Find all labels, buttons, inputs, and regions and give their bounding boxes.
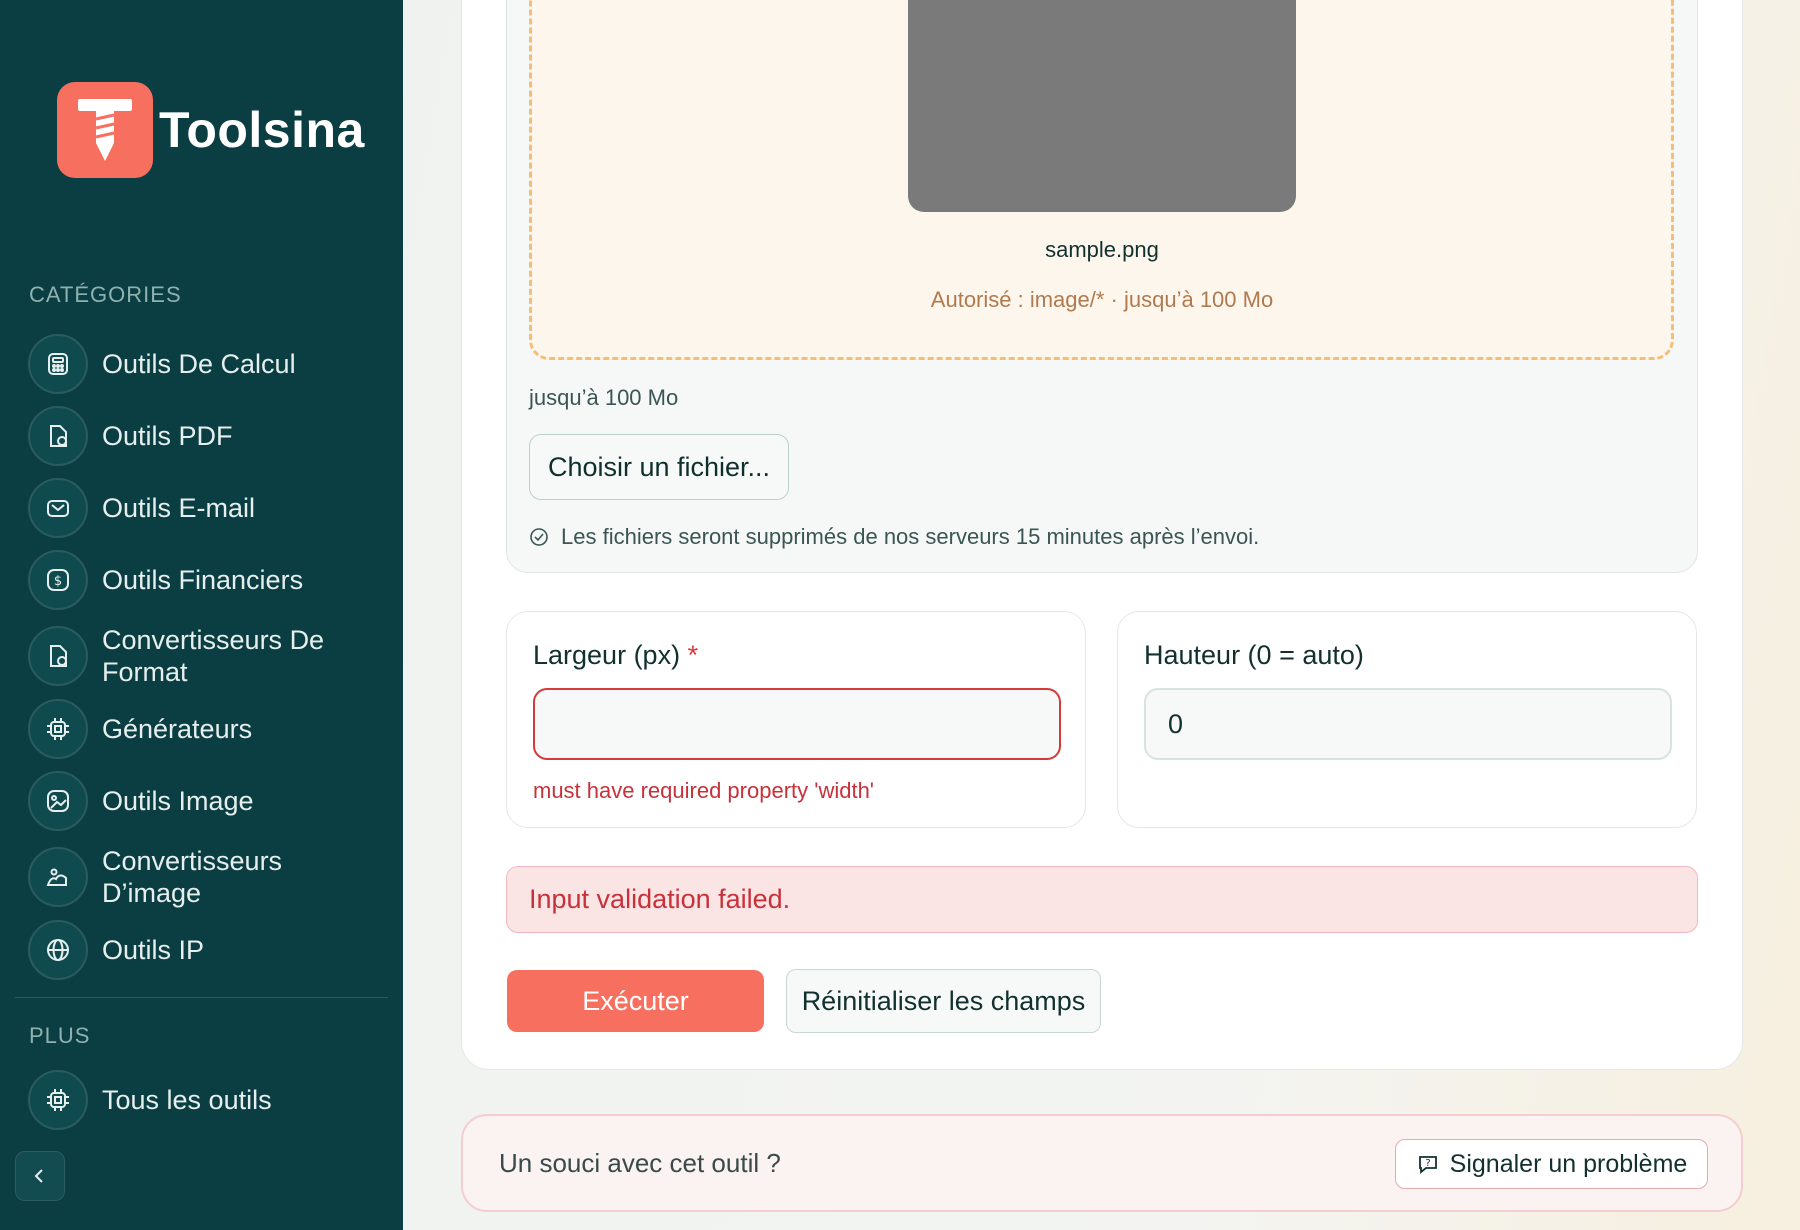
chevron-left-icon [34,1169,43,1183]
toolsina-logo-icon [57,82,153,178]
width-label: Largeur (px) * [533,640,698,671]
categories-heading: CATÉGORIES [29,282,182,307]
brand-logo[interactable]: Toolsina [57,82,365,178]
sidebar-item-convertisseurs-image[interactable]: Convertisseurs D’image [28,845,388,909]
width-label-text: Largeur (px) [533,640,681,670]
report-issue-card: Un souci avec cet outil ? ? Signaler un … [461,1114,1743,1212]
height-input[interactable]: 0 [1144,688,1672,760]
collapse-sidebar-button[interactable] [15,1151,65,1201]
sidebar-item-label: Générateurs [102,714,253,744]
globe-icon [28,920,88,980]
image-preview [908,0,1296,212]
chip-icon [28,1070,88,1130]
sidebar-item-label: Outils PDF [102,421,233,451]
run-button[interactable]: Exécuter [507,970,764,1032]
sidebar-item-email[interactable]: Outils E-mail [28,478,388,538]
height-field-card: Hauteur (0 = auto) 0 [1117,611,1697,828]
sidebar-item-pdf[interactable]: Outils PDF [28,406,388,466]
required-mark: * [687,640,699,670]
sidebar-item-calcul[interactable]: Outils De Calcul [28,334,388,394]
message-alert-icon: ? [1418,1156,1437,1174]
svg-text:$: $ [54,574,62,589]
allowed-file-types: Autorisé : image/* · jusqu’à 100 Mo [930,287,1274,312]
height-label: Hauteur (0 = auto) [1144,640,1364,670]
deletion-notice: Les fichiers seront supprimés de nos ser… [529,524,1259,550]
sidebar-item-label: Convertisseurs D’image [102,846,283,908]
mail-icon [28,478,88,538]
width-field-card: Largeur (px) * must have required proper… [506,611,1086,828]
brand-name: Toolsina [159,102,365,158]
dollar-icon: $ [28,550,88,610]
uploaded-filename: sample.png [1045,237,1159,262]
sidebar-item-label: Outils IP [102,935,205,965]
svg-text:?: ? [1425,1158,1430,1169]
sidebar-divider [15,997,388,998]
report-issue-text: Un souci avec cet outil ? [499,1148,781,1178]
file-size-limit: jusqu’à 100 Mo [529,385,679,410]
sidebar-item-all-tools[interactable]: Tous les outils [28,1070,388,1130]
width-error-message: must have required property 'width' [533,778,875,803]
width-input[interactable] [533,688,1061,760]
sidebar-item-generateurs[interactable]: Générateurs [28,699,388,759]
chip-icon [28,699,88,759]
sidebar: Toolsina CATÉGORIES Outils De Calcul Out… [0,0,403,1230]
sidebar-item-label: Outils E-mail [102,493,256,523]
more-heading: PLUS [29,1023,91,1048]
sidebar-item-convertisseurs-format[interactable]: Convertisseurs De Format [28,624,388,688]
report-problem-label: Signaler un problème [1449,1149,1688,1178]
validation-error-banner: Input validation failed. [506,866,1698,933]
deletion-notice-text: Les fichiers seront supprimés de nos ser… [561,524,1260,549]
choose-file-button[interactable]: Choisir un fichier... [529,434,789,500]
shield-check-icon [530,528,548,546]
image-convert-icon [28,847,88,907]
sidebar-item-label: Tous les outils [102,1085,272,1115]
pdf-file-icon [28,406,88,466]
report-problem-button[interactable]: ? Signaler un problème [1395,1139,1708,1189]
sidebar-item-label: Outils Image [102,786,254,816]
sidebar-item-label: Convertisseurs De Format [102,625,325,687]
sidebar-item-label: Outils De Calcul [102,349,296,379]
reset-fields-button[interactable]: Réinitialiser les champs [786,969,1101,1033]
sidebar-item-label: Outils Financiers [102,565,304,595]
convert-file-icon [28,626,88,686]
image-icon [28,771,88,831]
sidebar-item-financiers[interactable]: $ Outils Financiers [28,550,388,610]
sidebar-item-image[interactable]: Outils Image [28,771,388,831]
calculator-icon [28,334,88,394]
sidebar-item-ip[interactable]: Outils IP [28,920,388,980]
